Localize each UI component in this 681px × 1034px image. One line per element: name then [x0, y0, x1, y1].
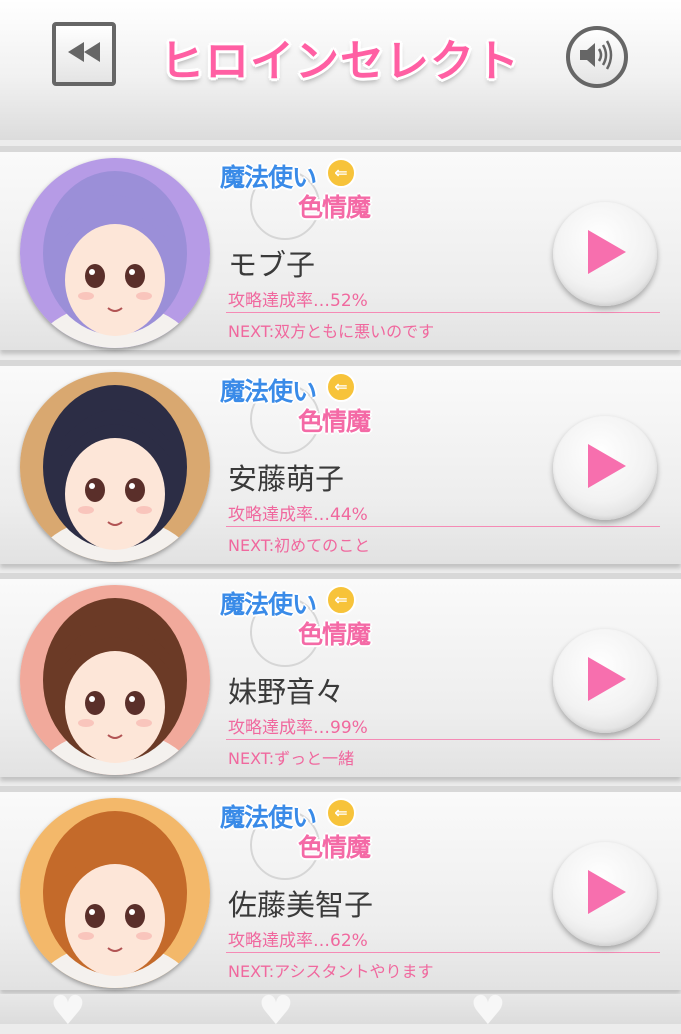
logo-line2: 色情魔	[298, 407, 371, 436]
logo-line2: 色情魔	[298, 833, 371, 862]
heroine-name: 妹野音々	[228, 675, 345, 709]
next-episode: NEXT:アシスタントやります	[228, 962, 434, 981]
heroine-card[interactable]: 魔法使い ⇐ 色情魔 妹野音々 攻略達成率…99% NEXT:ずっと一緒	[0, 573, 681, 777]
page-title: ヒロインセレクト	[160, 36, 520, 87]
heroine-name: 佐藤美智子	[228, 888, 374, 922]
logo-arrow-icon: ⇐	[326, 158, 356, 188]
divider	[226, 312, 660, 313]
play-icon	[582, 867, 628, 921]
completion-rate: 攻略達成率…44%	[228, 505, 368, 525]
completion-rate: 攻略達成率…99%	[228, 718, 368, 738]
heroine-portrait	[20, 158, 210, 348]
next-episode: NEXT:双方ともに悪いのです	[228, 322, 435, 341]
play-icon	[582, 654, 628, 708]
logo-arrow-icon: ⇐	[326, 798, 356, 828]
next-episode: NEXT:初めてのこと	[228, 536, 371, 555]
game-logo: 魔法使い ⇐ 色情魔	[220, 583, 400, 667]
bottom-strip	[0, 994, 681, 1024]
sound-button[interactable]	[566, 26, 628, 88]
logo-line2: 色情魔	[298, 193, 371, 222]
logo-line2: 色情魔	[298, 620, 371, 649]
heroine-portrait	[20, 798, 210, 988]
heroine-card[interactable]: 魔法使い ⇐ 色情魔 佐藤美智子 攻略達成率…62% NEXT:アシスタントやり…	[0, 786, 681, 990]
next-episode: NEXT:ずっと一緒	[228, 749, 355, 768]
heart-decoration: ♥	[50, 988, 86, 1034]
divider	[226, 952, 660, 953]
game-logo: 魔法使い ⇐ 色情魔	[220, 156, 400, 240]
heroine-portrait	[20, 372, 210, 562]
heroine-name: 安藤萌子	[228, 462, 345, 496]
completion-rate: 攻略達成率…52%	[228, 291, 368, 311]
header-bar: ヒロインセレクト	[0, 0, 681, 140]
heroine-portrait	[20, 585, 210, 775]
heroine-card[interactable]: 魔法使い ⇐ 色情魔 モブ子 攻略達成率…52% NEXT:双方ともに悪いのです	[0, 146, 681, 350]
play-button[interactable]	[553, 416, 657, 520]
heart-decoration: ♥	[470, 988, 506, 1034]
play-button[interactable]	[553, 629, 657, 733]
divider	[226, 739, 660, 740]
back-button[interactable]	[52, 22, 116, 86]
divider	[226, 526, 660, 527]
play-button[interactable]	[553, 202, 657, 306]
heroine-name: モブ子	[228, 248, 316, 282]
game-logo: 魔法使い ⇐ 色情魔	[220, 370, 400, 454]
completion-rate: 攻略達成率…62%	[228, 931, 368, 951]
play-icon	[582, 227, 628, 281]
rewind-icon	[66, 40, 102, 68]
play-icon	[582, 441, 628, 495]
logo-arrow-icon: ⇐	[326, 372, 356, 402]
heart-decoration: ♥	[258, 988, 294, 1034]
speaker-icon	[578, 39, 616, 75]
logo-arrow-icon: ⇐	[326, 585, 356, 615]
game-logo: 魔法使い ⇐ 色情魔	[220, 796, 400, 880]
heroine-card[interactable]: 魔法使い ⇐ 色情魔 安藤萌子 攻略達成率…44% NEXT:初めてのこと	[0, 360, 681, 564]
play-button[interactable]	[553, 842, 657, 946]
